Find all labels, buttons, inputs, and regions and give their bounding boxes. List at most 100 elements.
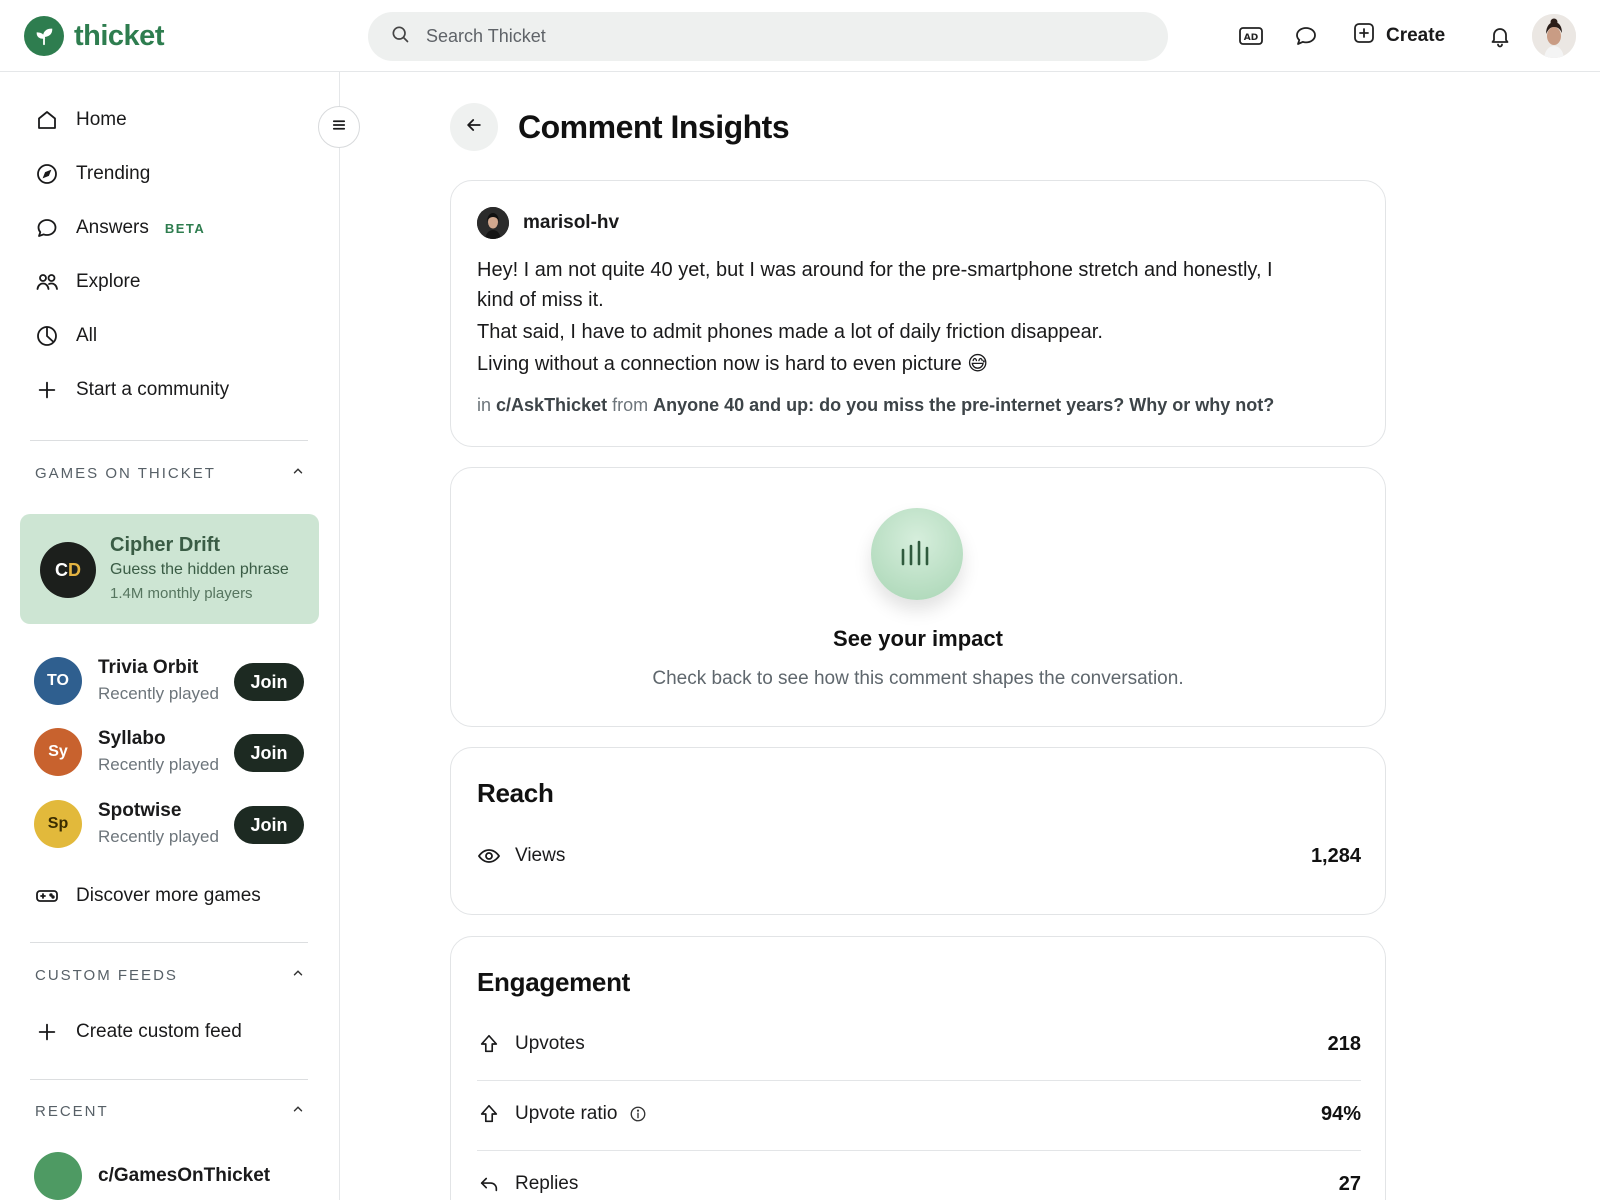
recent-section-header[interactable]: RECENT — [35, 1102, 305, 1120]
recent-community-name[interactable]: c/GamesOnThicket — [98, 1165, 270, 1187]
chat-icon[interactable] — [1290, 20, 1322, 52]
game-avatar: Sy — [34, 728, 82, 776]
game-name: Spotwise — [98, 800, 182, 821]
sidebar-item-all[interactable]: All — [34, 320, 97, 352]
custom-feeds-section-header[interactable]: CUSTOM FEEDS — [35, 966, 305, 984]
search-icon — [390, 24, 410, 49]
upvotes-row: Upvotes 218 — [477, 1024, 1361, 1064]
join-button[interactable]: Join — [234, 663, 304, 701]
game-row-spotwise[interactable]: Sp Spotwise Recently played Join — [34, 800, 304, 852]
sidebar-divider — [30, 942, 308, 943]
views-value: 1,284 — [1310, 844, 1361, 867]
bell-icon[interactable] — [1484, 20, 1516, 52]
clock-icon — [34, 323, 60, 349]
join-button[interactable]: Join — [234, 806, 304, 844]
sidebar-item-label: Home — [76, 109, 127, 130]
game-status: Recently played — [98, 755, 219, 774]
people-icon — [34, 269, 60, 295]
game-name: Syllabo — [98, 728, 166, 749]
replies-label: Replies — [515, 1173, 579, 1194]
eye-icon — [477, 844, 501, 868]
section-title: RECENT — [35, 1102, 109, 1120]
compass-icon — [34, 161, 60, 187]
page-header: Comment Insights — [450, 103, 790, 151]
sidebar-item-explore[interactable]: Explore — [34, 266, 140, 298]
game-avatar: Sp — [34, 800, 82, 848]
gamepad-icon — [34, 883, 60, 909]
games-section-header[interactable]: GAMES ON THICKET — [35, 464, 305, 482]
plus-icon — [34, 377, 60, 403]
comment-card: marisol-hv Hey! I am not quite 40 yet, b… — [450, 180, 1386, 447]
chat-bubble-icon — [34, 215, 60, 241]
search-input[interactable] — [426, 26, 1126, 47]
brand-name: thicket — [74, 19, 164, 52]
search-bar[interactable] — [368, 12, 1168, 61]
svg-text:AD: AD — [1244, 33, 1258, 43]
game-subtitle: Guess the hidden phrase — [110, 561, 289, 578]
upvote-ratio-row: Upvote ratio 94% — [477, 1094, 1361, 1134]
back-button[interactable] — [450, 103, 498, 151]
collapse-sidebar-button[interactable] — [318, 106, 360, 148]
discover-label: Discover more games — [76, 885, 261, 906]
impact-title: See your impact — [833, 626, 1003, 651]
join-button[interactable]: Join — [234, 734, 304, 772]
section-title: GAMES ON THICKET — [35, 464, 216, 482]
game-title: Cipher Drift — [110, 534, 220, 556]
author-avatar — [477, 207, 509, 239]
featured-game-card[interactable]: CD Cipher Drift Guess the hidden phrase … — [20, 514, 319, 624]
replies-row: Replies 27 — [477, 1164, 1361, 1200]
sidebar-item-label: Answers — [76, 217, 149, 238]
sidebar-divider — [30, 1079, 308, 1080]
comment-author[interactable]: marisol-hv — [477, 207, 619, 239]
game-status: Recently played — [98, 827, 219, 846]
sidebar-item-home[interactable]: Home — [34, 104, 127, 136]
chevron-up-icon — [291, 966, 305, 984]
left-sidebar: Home Trending Answers BETA Explore All S… — [0, 72, 340, 1200]
game-avatar: CD — [40, 542, 96, 598]
comment-line: That said, I have to admit phones made a… — [477, 321, 1103, 343]
game-row-trivia-orbit[interactable]: TO Trivia Orbit Recently played Join — [34, 657, 304, 709]
row-divider — [477, 1150, 1361, 1151]
sidebar-divider — [30, 440, 308, 441]
views-row: Views 1,284 — [477, 836, 1361, 876]
recent-community-avatar[interactable] — [34, 1152, 82, 1200]
plus-square-icon — [1352, 21, 1376, 51]
bar-chart-icon — [871, 508, 963, 600]
create-feed-label: Create custom feed — [76, 1021, 242, 1042]
top-header: thicket AD Create — [0, 0, 1600, 72]
post-title-link[interactable]: Anyone 40 and up: do you miss the pre-in… — [653, 395, 1274, 415]
sidebar-item-label: All — [76, 325, 98, 346]
chevron-up-icon — [291, 1102, 305, 1120]
replies-value: 27 — [1338, 1172, 1361, 1195]
create-button[interactable]: Create — [1352, 18, 1445, 54]
user-avatar[interactable] — [1532, 14, 1576, 58]
author-name: marisol-hv — [523, 212, 620, 233]
comment-line: Hey! I am not quite 40 yet, but I was ar… — [477, 259, 1273, 311]
impact-subtitle: Check back to see how this comment shape… — [652, 668, 1184, 689]
game-row-syllabo[interactable]: Sy Syllabo Recently played Join — [34, 728, 304, 780]
beta-badge: BETA — [164, 220, 206, 236]
sidebar-item-answers[interactable]: Answers BETA — [34, 212, 205, 244]
impact-card: See your impact Check back to see how th… — [450, 467, 1386, 727]
upvote-ratio-value: 94% — [1320, 1102, 1361, 1125]
game-name: Trivia Orbit — [98, 657, 199, 678]
sidebar-item-start-community[interactable]: Start a community — [34, 374, 229, 406]
comment-source: in c/AskThicket from Anyone 40 and up: d… — [477, 395, 1275, 415]
create-custom-feed-link[interactable]: Create custom feed — [34, 1016, 242, 1048]
upvotes-value: 218 — [1327, 1032, 1361, 1055]
comment-body: Hey! I am not quite 40 yet, but I was ar… — [477, 255, 1297, 381]
views-label: Views — [515, 845, 566, 866]
game-meta: 1.4M monthly players — [110, 585, 253, 602]
sidebar-item-trending[interactable]: Trending — [34, 158, 150, 190]
ad-icon[interactable]: AD — [1235, 20, 1267, 52]
section-title: CUSTOM FEEDS — [35, 966, 178, 984]
brand-logo[interactable]: thicket — [24, 16, 164, 56]
create-label: Create — [1386, 25, 1446, 46]
discover-games-link[interactable]: Discover more games — [34, 880, 261, 912]
info-icon[interactable] — [629, 1105, 647, 1123]
community-link[interactable]: c/AskThicket — [496, 395, 607, 415]
reach-card: Reach Views 1,284 — [450, 747, 1386, 915]
comment-line: Living without a connection now is hard … — [477, 353, 989, 375]
menu-icon — [330, 116, 348, 139]
game-avatar: TO — [34, 657, 82, 705]
